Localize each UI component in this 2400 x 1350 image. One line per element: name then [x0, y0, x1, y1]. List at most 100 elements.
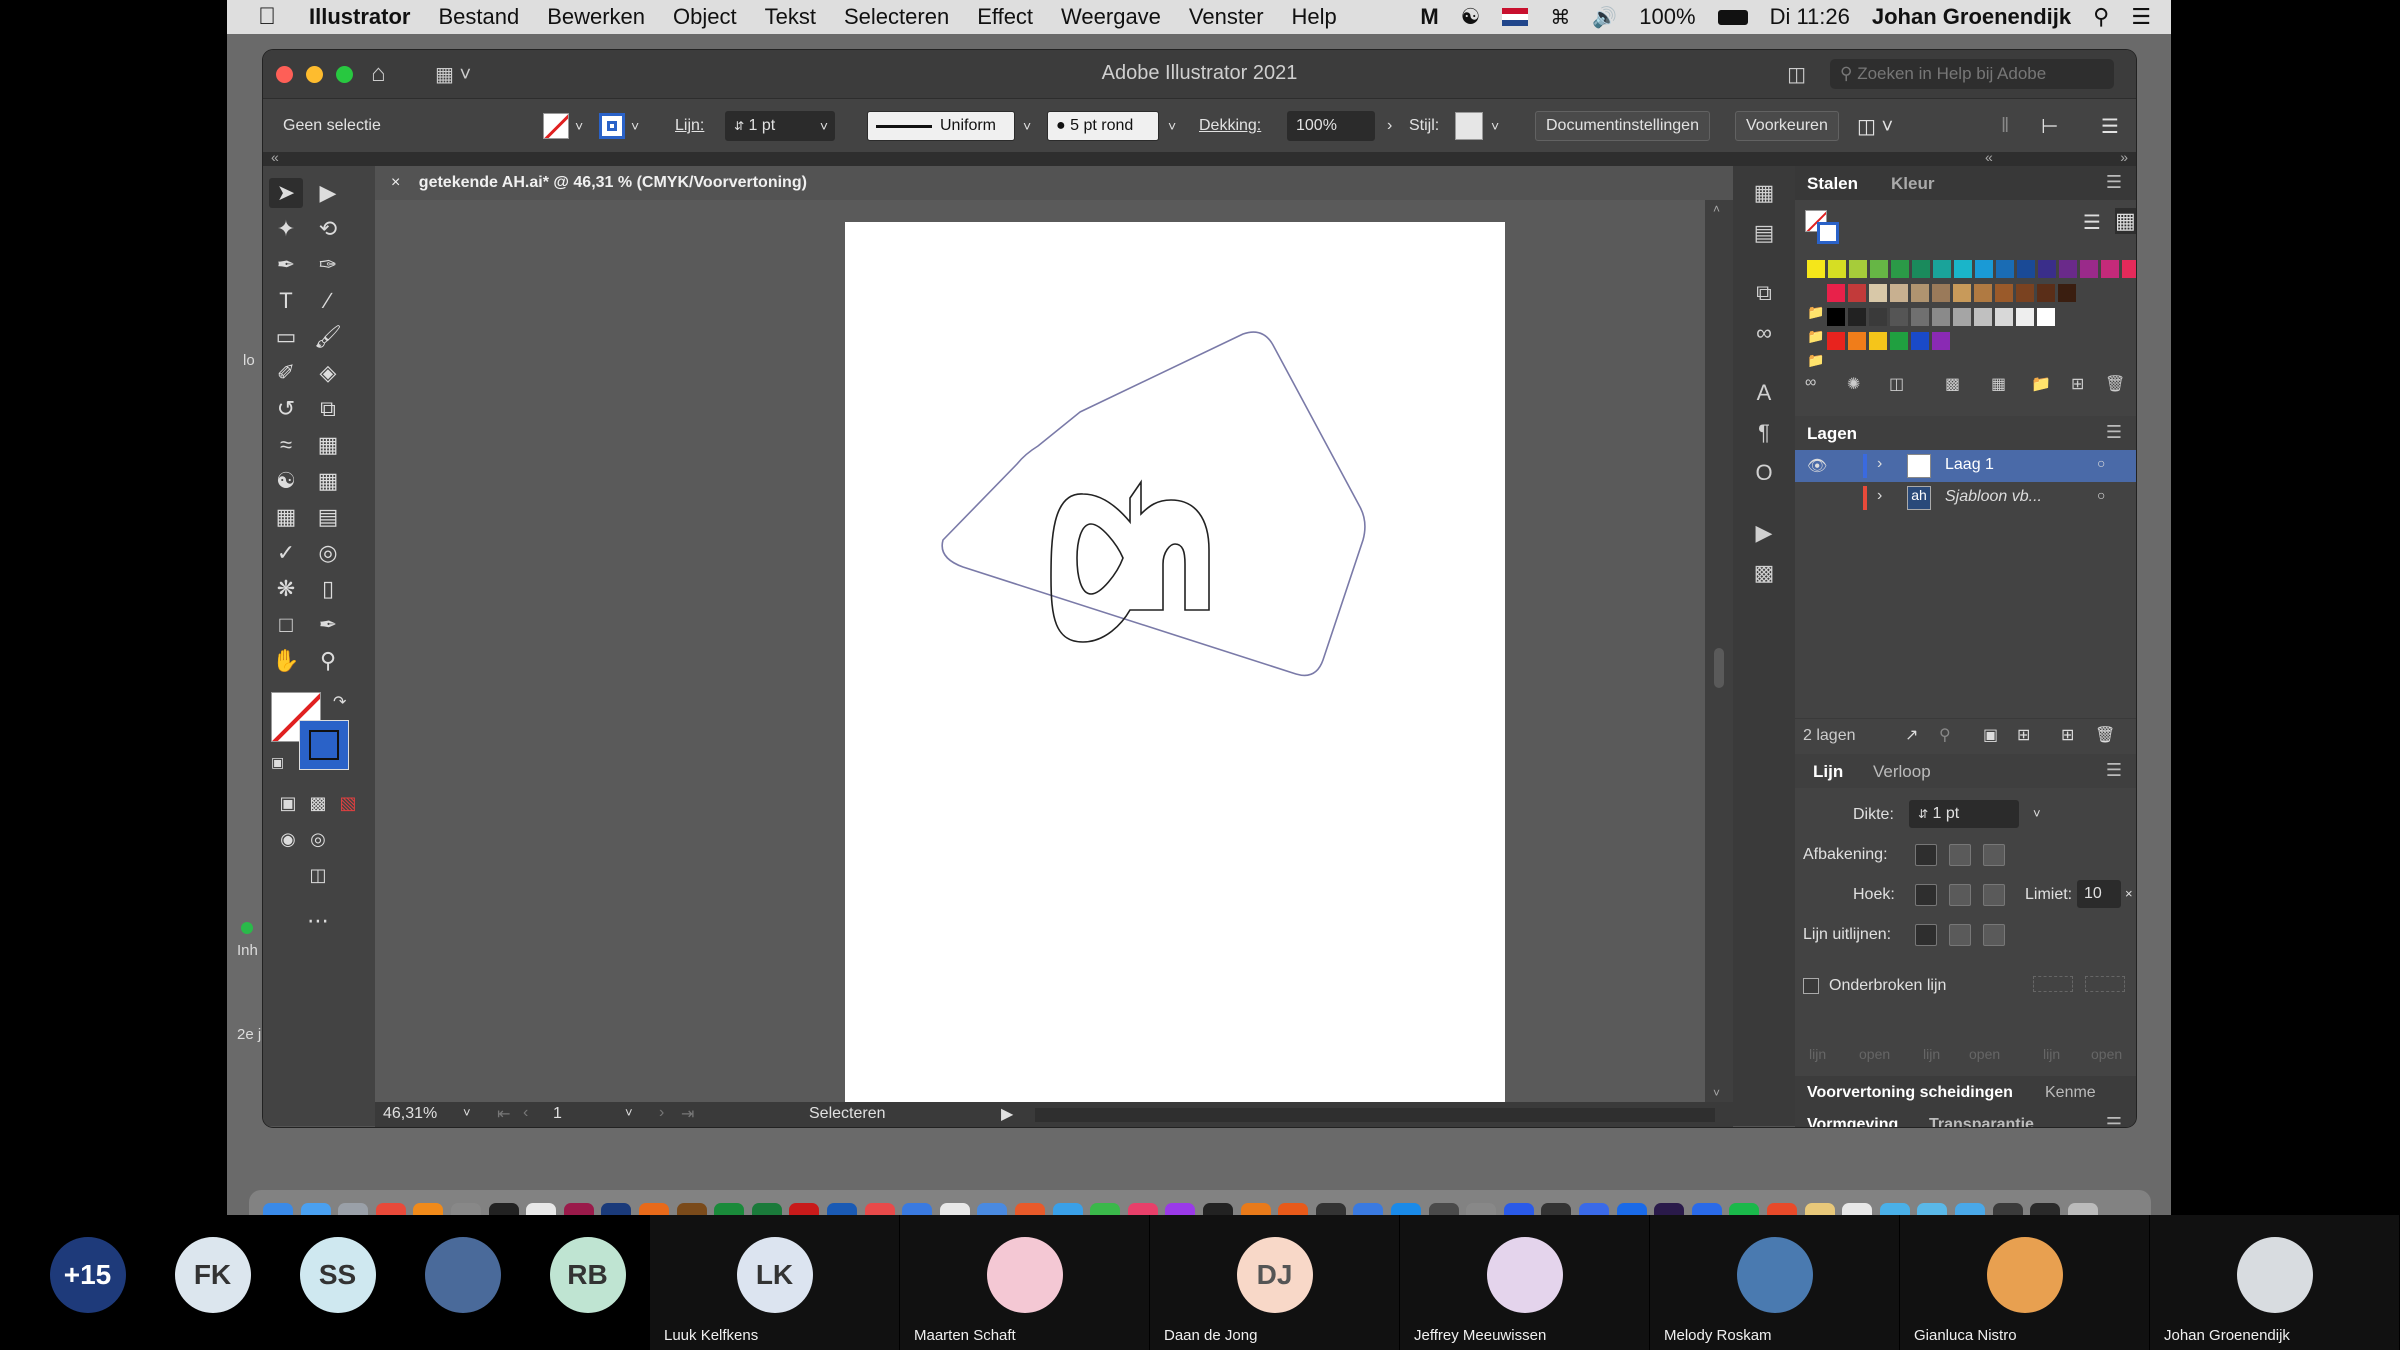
lasso-tool-icon[interactable]: ⟲ — [311, 214, 345, 244]
hand-tool-icon[interactable]: ✋ — [269, 646, 303, 676]
document-tab[interactable]: × getekende AH.ai* @ 46,31 % (CMYK/Voorv… — [375, 166, 945, 200]
color-swatch[interactable] — [1827, 332, 1845, 350]
scale-tool-icon[interactable]: ⧉ — [311, 394, 345, 424]
color-swatch[interactable] — [1932, 284, 1950, 302]
chevron-down-icon[interactable]: ˅ — [820, 118, 828, 134]
menu-tekst[interactable]: Tekst — [765, 4, 816, 30]
menu-help[interactable]: Help — [1292, 4, 1337, 30]
menu-selecteren[interactable]: Selecteren — [844, 4, 949, 30]
color-swatch[interactable] — [1933, 260, 1951, 278]
collapse-right-icon[interactable]: « — [1985, 149, 1993, 165]
swatches-fill-stroke-icon[interactable] — [1805, 210, 1839, 244]
gap-field-label[interactable]: open — [2091, 1046, 2122, 1062]
dock-app-icon[interactable] — [263, 1203, 293, 1215]
dock-app-icon[interactable] — [939, 1203, 970, 1215]
stroke-weight-field[interactable]: ⇵ 1 pt ˅ — [725, 111, 835, 141]
butt-cap-button[interactable] — [1915, 844, 1937, 866]
dock-app-icon[interactable] — [1466, 1203, 1497, 1215]
chevron-down-icon[interactable]: ˅ — [625, 1105, 633, 1120]
stepper-icon[interactable]: ⇵ — [1918, 807, 1928, 821]
layer-name[interactable]: Sjabloon vb... — [1945, 488, 2042, 506]
expand-right-icon[interactable]: » — [2120, 149, 2128, 165]
chevron-down-icon[interactable]: ˅ — [1023, 111, 1031, 141]
battery-label[interactable]: 100% — [1639, 4, 1695, 30]
collapse-left-icon[interactable]: « — [271, 149, 279, 165]
draw-behind-icon[interactable]: ◎ — [301, 824, 335, 854]
color-swatch[interactable] — [1954, 260, 1972, 278]
color-swatch[interactable] — [1953, 284, 1971, 302]
chevron-down-icon[interactable]: ˅ — [2033, 806, 2041, 821]
chevron-down-icon[interactable]: ˅ — [631, 118, 639, 134]
style-swatch[interactable] — [1455, 111, 1483, 141]
dock-app-icon[interactable] — [413, 1203, 444, 1215]
color-swatch[interactable] — [1869, 284, 1887, 302]
swatch-edit-icon[interactable]: ▦ — [1991, 374, 2006, 394]
color-swatch[interactable] — [1995, 284, 2013, 302]
horizontal-scrollbar[interactable] — [1035, 1108, 1715, 1122]
blend-tool-icon[interactable]: ◎ — [311, 538, 345, 568]
weight-field[interactable]: ⇵ 1 pt — [1909, 800, 2019, 828]
color-swatch[interactable] — [2059, 260, 2077, 278]
color-swatch[interactable] — [1891, 260, 1909, 278]
status-menu-icon[interactable]: ▶ — [1001, 1104, 1013, 1124]
close-document-icon[interactable]: × — [391, 174, 400, 191]
chevron-right-icon[interactable]: › — [1877, 487, 1882, 505]
participant-tile[interactable]: FK — [174, 1215, 251, 1350]
list-view-icon[interactable]: ☰ — [2083, 210, 2101, 235]
target-icon[interactable]: ○ — [2097, 487, 2105, 503]
eye-icon[interactable]: 👁 — [1807, 456, 1827, 476]
dock-app-icon[interactable] — [1240, 1203, 1271, 1215]
width-tool-icon[interactable]: ≈ — [269, 430, 303, 460]
chevron-right-icon[interactable]: › — [1387, 111, 1392, 141]
none-mode-icon[interactable]: ▧ — [331, 788, 365, 818]
menu-effect[interactable]: Effect — [977, 4, 1033, 30]
color-swatch[interactable] — [1932, 332, 1950, 350]
panel-menu-icon[interactable]: ☰ — [2106, 1114, 2122, 1127]
new-group-folder-icon[interactable]: 📁 — [2031, 374, 2051, 394]
transform-icon[interactable]: ⊢ — [2041, 111, 2058, 141]
limit-field[interactable]: 10 — [2077, 880, 2121, 908]
slice-tool-icon[interactable]: ✒ — [311, 610, 345, 640]
color-swatch[interactable] — [1890, 308, 1908, 326]
tab-voorvertoning-scheidingen[interactable]: Voorvertoning scheidingen — [1807, 1084, 2013, 1102]
panel-menu-icon[interactable]: ☰ — [2101, 111, 2119, 141]
column-graph-tool-icon[interactable]: ▯ — [311, 574, 345, 604]
dashed-line-checkbox[interactable] — [1803, 978, 1819, 994]
scroll-down-icon[interactable]: ˅ — [1713, 1086, 1720, 1100]
shape-builder-tool-icon[interactable]: ☯ — [269, 466, 303, 496]
tab-kleur[interactable]: Kleur — [1891, 174, 1934, 194]
dock-app-icon[interactable] — [300, 1203, 331, 1215]
links-panel-icon[interactable]: ∞ — [1747, 318, 1781, 348]
selection-tool-icon[interactable]: ➤ — [269, 178, 303, 208]
default-fill-stroke-icon[interactable]: ▣ — [271, 754, 284, 771]
align-options-icon[interactable]: ◫ ˅ — [1857, 111, 1893, 141]
color-swatch[interactable] — [1848, 332, 1866, 350]
color-swatch[interactable] — [1975, 260, 1993, 278]
scroll-up-icon[interactable]: ˄ — [1713, 202, 1720, 216]
participant-tile[interactable]: Jeffrey Meeuwissen — [1400, 1215, 1649, 1350]
tab-verloop[interactable]: Verloop — [1873, 762, 1931, 782]
miter-join-button[interactable] — [1915, 884, 1937, 906]
dock-app-icon[interactable] — [1541, 1203, 1572, 1215]
dock-app-icon[interactable] — [1842, 1203, 1873, 1215]
dock-app-icon[interactable] — [1127, 1203, 1158, 1215]
ah-logo-artwork[interactable] — [845, 222, 1505, 1112]
artboard[interactable] — [845, 222, 1505, 1112]
dock-app-icon[interactable] — [488, 1203, 519, 1215]
opacity-label[interactable]: Dekking: — [1199, 111, 1261, 141]
opentype-panel-icon[interactable]: O — [1747, 458, 1781, 488]
panel-menu-icon[interactable]: ☰ — [2106, 172, 2122, 193]
panel-menu-icon[interactable]: ☰ — [2106, 760, 2122, 781]
new-layer-icon[interactable]: ⊞ — [2061, 725, 2074, 745]
show-kinds-icon[interactable]: ◫ — [1889, 374, 1904, 394]
gap-field-label[interactable]: open — [1859, 1046, 1890, 1062]
color-swatch[interactable] — [2037, 284, 2055, 302]
stroke-swatch[interactable]: ˅ — [599, 111, 639, 141]
locate-object-icon[interactable]: ⚲ — [1939, 725, 1951, 745]
dock-app-icon[interactable] — [1616, 1203, 1647, 1215]
dash-field-label[interactable]: lijn — [1809, 1046, 1826, 1062]
new-color-group-icon[interactable]: ▩ — [1945, 374, 1960, 394]
type-tool-icon[interactable]: T — [269, 286, 303, 316]
color-swatch[interactable] — [1870, 260, 1888, 278]
dock-app-icon[interactable] — [1165, 1203, 1196, 1215]
